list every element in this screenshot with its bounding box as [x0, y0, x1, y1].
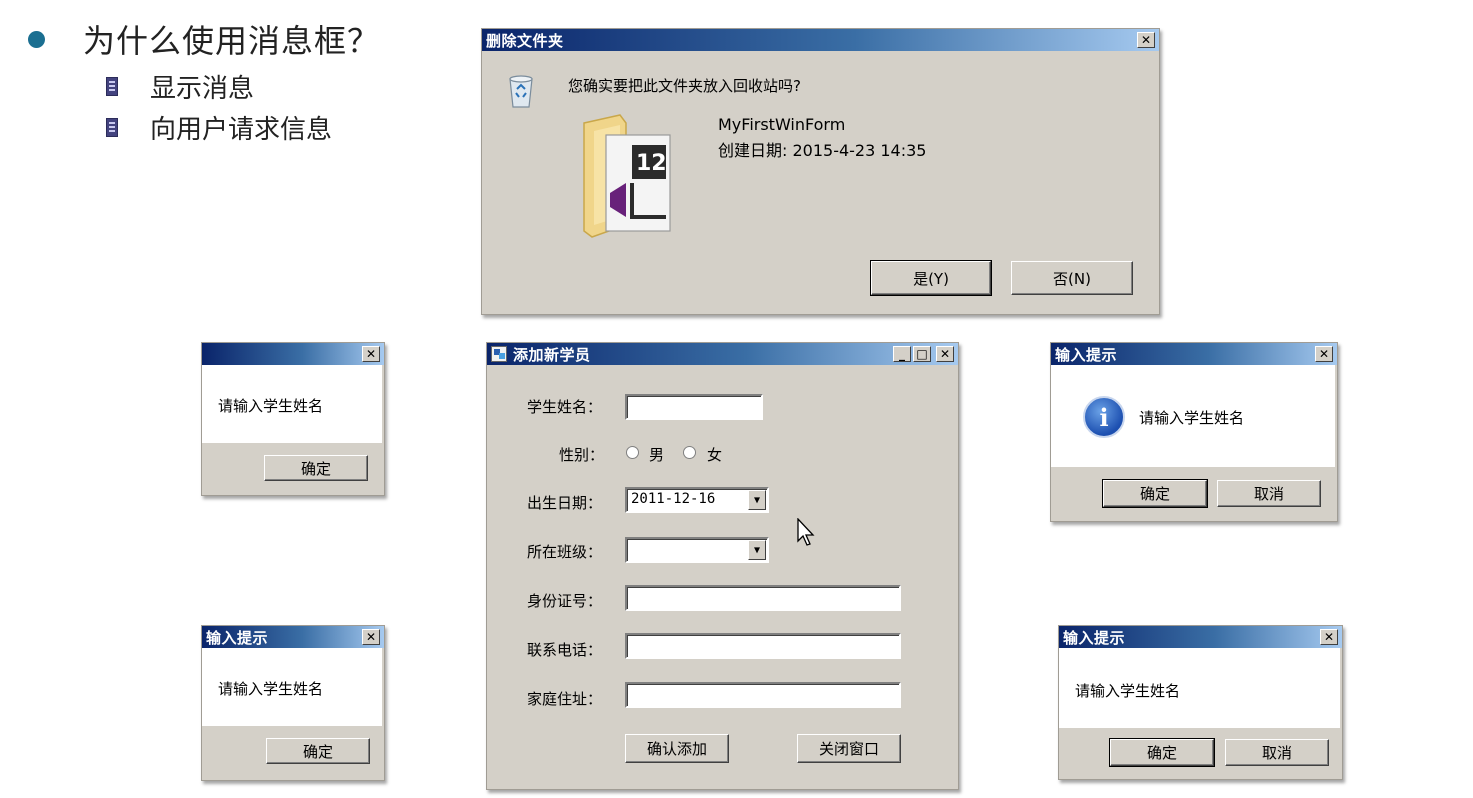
slide-heading: 为什么使用消息框？ [28, 16, 380, 62]
name-label: 学生姓名： [527, 398, 603, 416]
maximize-button[interactable]: □ [913, 346, 931, 362]
name-input[interactable] [625, 394, 763, 420]
window-controls: _ □ ✕ [893, 346, 954, 362]
phone-label: 联系电话： [527, 641, 603, 659]
title-bar: 输入提示 ✕ [1051, 343, 1337, 365]
folder-created: 创建日期: 2015-4-23 14:35 [718, 141, 927, 160]
list-bullet-icon [106, 118, 118, 137]
cancel-button[interactable]: 取消 [1217, 480, 1321, 507]
title-bar: 输入提示 ✕ [1059, 626, 1342, 648]
slide-point: 显示消息 [106, 68, 254, 105]
phone-input[interactable] [625, 633, 901, 659]
gender-label: 性别： [559, 446, 605, 464]
chevron-down-icon[interactable]: ▼ [748, 540, 766, 560]
bullet-dot-icon [28, 30, 45, 48]
message-box-ok-cancel: 输入提示 ✕ 请输入学生姓名 确定 取消 [1058, 625, 1343, 780]
message-box-info: 输入提示 ✕ i 请输入学生姓名 确定 取消 [1050, 342, 1338, 522]
slide-point: 向用户请求信息 [106, 109, 332, 146]
birth-date-label: 出生日期： [527, 494, 603, 512]
male-radio[interactable] [626, 446, 639, 459]
close-button[interactable]: ✕ [1137, 32, 1155, 48]
dialog-title: 输入提示 [206, 628, 269, 647]
message-text: 请输入学生姓名 [218, 397, 324, 415]
class-select[interactable]: ▼ [625, 537, 769, 563]
dialog-title: 输入提示 [1055, 345, 1118, 364]
form-app-icon [491, 346, 507, 362]
information-glyph: i [1099, 402, 1109, 432]
message-box-titled: 输入提示 ✕ 请输入学生姓名 确定 [201, 625, 385, 781]
message-text: 请输入学生姓名 [1075, 682, 1181, 700]
female-radio[interactable] [683, 446, 696, 459]
recycle-bin-icon [509, 75, 533, 108]
birth-date-value: 2011-12-16 [631, 491, 716, 507]
no-button[interactable]: 否(N) [1011, 261, 1133, 295]
cancel-button[interactable]: 取消 [1225, 739, 1329, 766]
close-window-button[interactable]: 关闭窗口 [797, 734, 901, 763]
folder-badge: 12 [636, 151, 667, 176]
list-bullet-icon [106, 77, 118, 96]
yes-button[interactable]: 是(Y) [870, 260, 992, 296]
close-button[interactable]: ✕ [362, 346, 380, 362]
close-button[interactable]: ✕ [1315, 346, 1333, 362]
close-button[interactable]: ✕ [936, 346, 954, 362]
delete-question: 您确实要把此文件夹放入回收站吗? [568, 77, 801, 95]
slide-point-text: 显示消息 [150, 74, 255, 104]
title-bar: ✕ [202, 343, 384, 365]
title-bar: 输入提示 ✕ [202, 626, 384, 648]
male-label: 男 [649, 446, 665, 464]
female-label: 女 [707, 446, 723, 464]
minimize-button[interactable]: _ [893, 346, 911, 362]
delete-folder-dialog: 删除文件夹 ✕ 您确实要把此文件夹放入回收站吗? 12 MyFirstWinFo… [481, 28, 1160, 315]
ok-button[interactable]: 确定 [1102, 479, 1208, 508]
message-text: 请输入学生姓名 [218, 680, 324, 698]
ok-button[interactable]: 确定 [1109, 738, 1215, 767]
close-button[interactable]: ✕ [1320, 629, 1338, 645]
chevron-down-icon[interactable]: ▼ [748, 490, 766, 510]
dialog-title: 输入提示 [1063, 628, 1126, 647]
close-button[interactable]: ✕ [362, 629, 380, 645]
confirm-add-button[interactable]: 确认添加 [625, 734, 729, 763]
slide-heading-text: 为什么使用消息框？ [83, 22, 381, 60]
dialog-title: 删除文件夹 [486, 31, 564, 50]
mouse-cursor-icon [797, 518, 815, 546]
title-bar: 删除文件夹 ✕ [482, 29, 1159, 51]
form-title-text: 添加新学员 [513, 345, 591, 364]
ok-button[interactable]: 确定 [266, 738, 370, 764]
message-text: 请输入学生姓名 [1139, 409, 1245, 427]
birth-date-picker[interactable]: 2011-12-16 ▼ [625, 487, 769, 513]
address-label: 家庭住址： [527, 690, 603, 708]
id-number-label: 身份证号： [527, 592, 603, 610]
form-title: 添加新学员 [491, 344, 591, 365]
slide-point-text: 向用户请求信息 [150, 115, 333, 145]
add-student-form: 添加新学员 _ □ ✕ 学生姓名： 性别： 男 女 出生日期： 2011-12-… [486, 342, 959, 790]
title-bar: 添加新学员 _ □ ✕ [487, 343, 958, 365]
class-label: 所在班级： [527, 543, 603, 561]
information-icon: i [1083, 396, 1125, 438]
address-input[interactable] [625, 682, 901, 708]
id-number-input[interactable] [625, 585, 901, 611]
ok-button[interactable]: 确定 [264, 455, 368, 481]
message-box-plain: ✕ 请输入学生姓名 确定 [201, 342, 385, 496]
folder-name: MyFirstWinForm [718, 115, 846, 134]
